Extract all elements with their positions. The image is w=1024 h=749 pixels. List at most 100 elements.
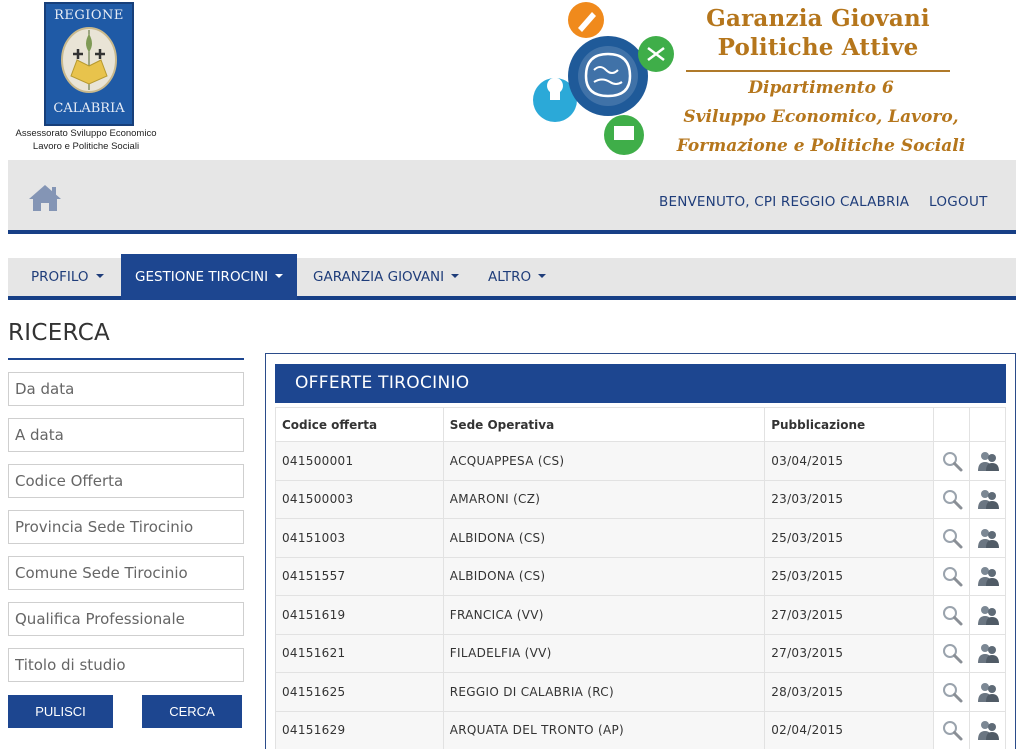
people-icon[interactable] xyxy=(976,603,1000,627)
cell-codice-offerta: 04151619 xyxy=(275,595,444,635)
offerte-title: OFFERTE TIROCINIO xyxy=(275,364,1006,403)
people-icon[interactable] xyxy=(976,718,1000,742)
table-row[interactable]: 041500003 AMARONI (CZ) 23/03/2015 xyxy=(275,479,1006,519)
magnifier-icon[interactable] xyxy=(940,641,964,665)
logout-link[interactable]: LOGOUT xyxy=(929,194,988,210)
people-icon[interactable] xyxy=(976,487,1000,511)
table-row[interactable]: 04151625 REGGIO DI CALABRIA (RC) 28/03/201… xyxy=(275,672,1006,712)
table-row[interactable]: 04151003 ALBIDONA (CS) 25/03/2015 xyxy=(275,518,1006,558)
da-data-input[interactable] xyxy=(8,372,244,406)
garanzia-giovani-brain-logo xyxy=(533,2,674,155)
cell-view-action xyxy=(933,710,970,749)
magnifier-icon[interactable] xyxy=(940,603,964,627)
gg-title-line-1: Garanzia Giovani xyxy=(706,5,930,32)
top-bar: BENVENUTO, CPI REGGIO CALABRIA LOGOUT xyxy=(8,160,1016,234)
regione-logo-top-text: REGIONE xyxy=(54,8,124,23)
qualifica-professionale-input[interactable] xyxy=(8,602,244,636)
menu-garanzia-giovani[interactable]: GARANZIA GIOVANI xyxy=(299,258,473,296)
cell-pubblicazione: 25/03/2015 xyxy=(764,556,935,596)
assessorato-line-1: Assessorato Sviluppo Economico xyxy=(15,128,157,139)
cell-pubblicazione: 28/03/2015 xyxy=(764,672,935,712)
cell-pubblicazione: 23/03/2015 xyxy=(764,479,935,519)
cell-sede-operativa: AMARONI (CZ) xyxy=(442,479,766,519)
cell-pubblicazione: 27/03/2015 xyxy=(764,595,935,635)
cerca-button[interactable]: CERCA xyxy=(142,695,242,728)
col-pubblicazione[interactable]: Pubblicazione xyxy=(764,407,935,442)
comune-sede-input[interactable] xyxy=(8,556,244,590)
cell-codice-offerta: 04151003 xyxy=(275,518,444,558)
menu-gestione-tirocini[interactable]: GESTIONE TIROCINI xyxy=(121,254,298,300)
welcome-text: BENVENUTO, CPI REGGIO CALABRIA xyxy=(659,194,910,210)
cell-people-action xyxy=(969,633,1006,673)
caret-down-icon xyxy=(451,274,460,278)
cell-sede-operativa: ALBIDONA (CS) xyxy=(442,518,766,558)
caret-down-icon xyxy=(275,274,284,278)
codice-offerta-input[interactable] xyxy=(8,464,244,498)
magnifier-icon[interactable] xyxy=(940,680,964,704)
page-header: REGIONE CALABRIA Assessorato Sviluppo Ec… xyxy=(0,0,1024,160)
gg-sub-line-2: Sviluppo Economico, Lavoro, xyxy=(683,107,959,127)
cell-people-action xyxy=(969,672,1006,712)
menu-garanzia-giovani-label: GARANZIA GIOVANI xyxy=(313,269,445,285)
magnifier-icon[interactable] xyxy=(940,449,964,473)
cell-sede-operativa: FRANCICA (VV) xyxy=(442,595,766,635)
offerte-panel: OFFERTE TIROCINIO Codice offerta Sede Op… xyxy=(265,353,1016,749)
cell-pubblicazione: 02/04/2015 xyxy=(764,710,935,749)
titolo-studio-input[interactable] xyxy=(8,648,244,682)
assessorato-line-2: Lavoro e Politiche Sociali xyxy=(32,141,140,152)
cell-codice-offerta: 041500001 xyxy=(275,441,444,481)
table-row[interactable]: 041500001 ACQUAPPESA (CS) 03/04/2015 xyxy=(275,441,1006,481)
cell-codice-offerta: 041500003 xyxy=(275,479,444,519)
menu-gestione-tirocini-label: GESTIONE TIROCINI xyxy=(135,269,269,285)
cell-view-action xyxy=(933,633,970,673)
home-icon[interactable] xyxy=(28,184,62,212)
menu-profilo[interactable]: PROFILO xyxy=(17,258,118,296)
regione-calabria-logo: REGIONE CALABRIA xyxy=(44,2,134,126)
cell-sede-operativa: FILADELFIA (VV) xyxy=(442,633,766,673)
menu-altro[interactable]: ALTRO xyxy=(474,258,560,296)
cell-pubblicazione: 25/03/2015 xyxy=(764,518,935,558)
cell-sede-operativa: ACQUAPPESA (CS) xyxy=(442,441,766,481)
magnifier-icon[interactable] xyxy=(940,487,964,511)
col-codice-offerta[interactable]: Codice offerta xyxy=(275,407,444,442)
a-data-input[interactable] xyxy=(8,418,244,452)
cell-view-action xyxy=(933,672,970,712)
gg-sub-line-3: Formazione e Politiche Sociali xyxy=(676,136,966,156)
cell-people-action xyxy=(969,518,1006,558)
people-icon[interactable] xyxy=(976,641,1000,665)
garanzia-giovani-title: Garanzia Giovani Politiche Attive xyxy=(686,4,950,62)
pulisci-button[interactable]: PULISCI xyxy=(8,695,113,728)
table-row[interactable]: 04151629 ARQUATA DEL TRONTO (AP) 02/04/201… xyxy=(275,710,1006,749)
magnifier-icon[interactable] xyxy=(940,718,964,742)
caret-down-icon xyxy=(538,274,547,278)
col-action-1 xyxy=(933,407,970,442)
regione-seal-icon xyxy=(61,27,117,93)
provincia-sede-input[interactable] xyxy=(8,510,244,544)
people-icon[interactable] xyxy=(976,526,1000,550)
magnifier-icon[interactable] xyxy=(940,526,964,550)
cell-people-action xyxy=(969,710,1006,749)
main-menu: PROFILO GESTIONE TIROCINI GARANZIA GIOVA… xyxy=(8,254,1016,300)
table-row[interactable]: 04151619 FRANCICA (VV) 27/03/2015 xyxy=(275,595,1006,635)
people-icon[interactable] xyxy=(976,449,1000,473)
cell-view-action xyxy=(933,441,970,481)
col-action-2 xyxy=(969,407,1006,442)
gg-sub-line-1: Dipartimento 6 xyxy=(748,78,894,98)
offerte-table: Codice offerta Sede Operativa Pubblicazi… xyxy=(275,407,1006,749)
assessorato-caption: Assessorato Sviluppo Economico Lavoro e … xyxy=(6,127,166,153)
menu-altro-label: ALTRO xyxy=(488,269,532,285)
table-row[interactable]: 04151557 ALBIDONA (CS) 25/03/2015 xyxy=(275,556,1006,596)
cell-pubblicazione: 03/04/2015 xyxy=(764,441,935,481)
col-sede-operativa[interactable]: Sede Operativa xyxy=(442,407,766,442)
table-row[interactable]: 04151621 FILADELFIA (VV) 27/03/2015 xyxy=(275,633,1006,673)
people-icon[interactable] xyxy=(976,680,1000,704)
table-header-row: Codice offerta Sede Operativa Pubblicazi… xyxy=(275,407,1006,442)
cell-view-action xyxy=(933,479,970,519)
cell-view-action xyxy=(933,518,970,558)
cell-pubblicazione: 27/03/2015 xyxy=(764,633,935,673)
magnifier-icon[interactable] xyxy=(940,564,964,588)
cell-sede-operativa: ARQUATA DEL TRONTO (AP) xyxy=(442,710,766,749)
menu-profilo-label: PROFILO xyxy=(31,269,89,285)
cell-people-action xyxy=(969,479,1006,519)
people-icon[interactable] xyxy=(976,564,1000,588)
